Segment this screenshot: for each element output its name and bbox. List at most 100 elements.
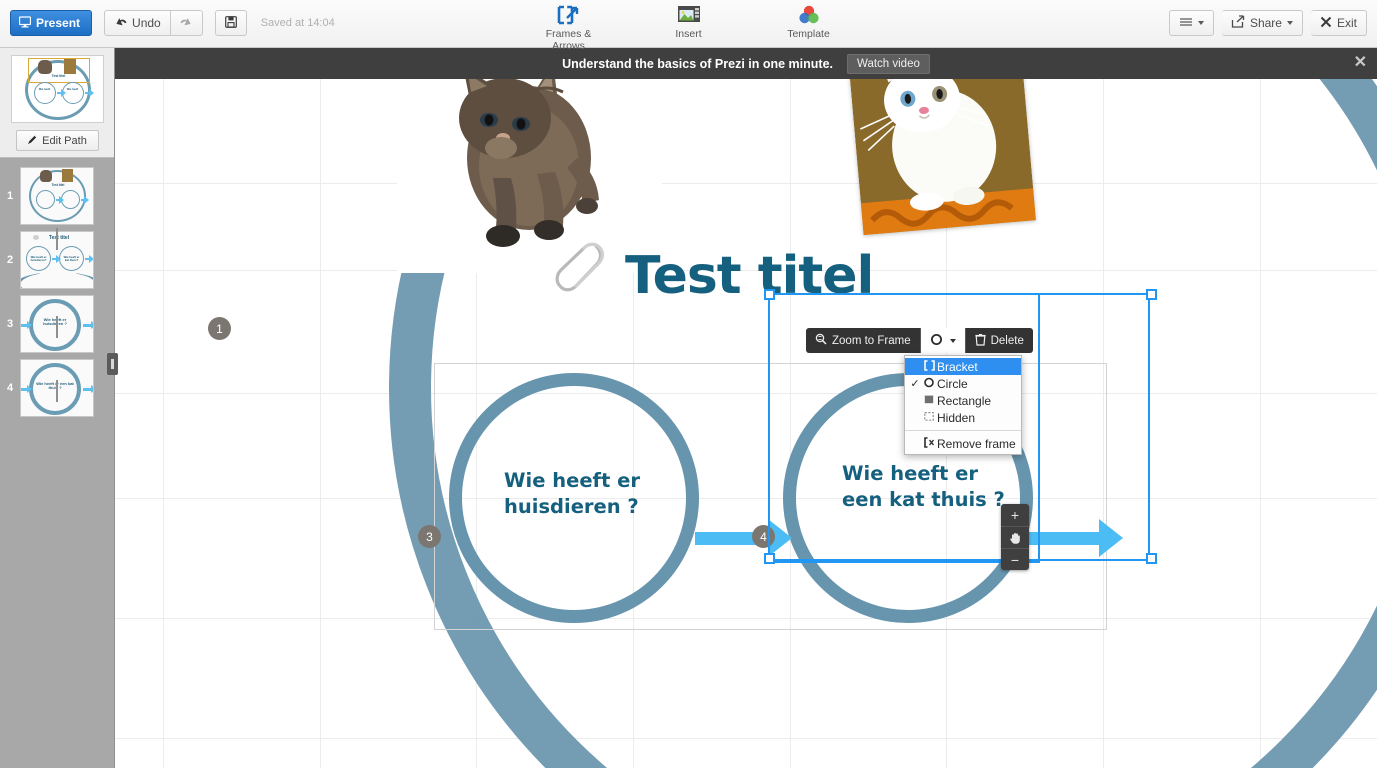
mini-selection-frame	[27, 58, 90, 83]
paperclip-icon	[555, 238, 615, 313]
notification-message: Understand the basics of Prezi in one mi…	[562, 56, 834, 71]
overview-thumbnail[interactable]: Test titel Wie heeft Wie heeft	[10, 55, 104, 123]
save-button[interactable]	[214, 10, 247, 36]
overflow-menu-button[interactable]	[1168, 10, 1214, 36]
mini-kitten-2	[63, 59, 76, 74]
selection-handle-top-left[interactable]	[764, 289, 775, 300]
redo-button[interactable]	[170, 10, 203, 36]
editor-canvas[interactable]: Wie heeft er huisdieren ? Wie heeft er e…	[115, 48, 1377, 768]
frame-type-dropdown-menu[interactable]: Bracket ✓ Circle Rectangle Hidden Remove…	[904, 355, 1022, 455]
circle-outline-icon	[930, 333, 943, 349]
mini-circle-text: Wie heeft	[66, 88, 79, 91]
path-marker-1[interactable]: 1	[208, 317, 231, 340]
mini-arrow	[56, 195, 64, 204]
save-group	[214, 10, 247, 36]
tool-insert[interactable]: Insert	[649, 3, 729, 52]
undo-button-label: Undo	[132, 16, 161, 30]
trash-icon	[975, 333, 986, 349]
mini-arrow	[83, 320, 93, 329]
share-arrow-icon	[1231, 15, 1245, 31]
mini-arrow	[52, 254, 61, 263]
menu-item-hidden[interactable]: Hidden	[905, 409, 1021, 426]
chevron-down-icon	[1197, 21, 1204, 25]
mini-circle-text: Wie heeft er kat thuis?	[63, 254, 80, 262]
mini-title: Test titel	[48, 234, 70, 241]
tool-label: Insert	[675, 28, 702, 40]
undo-redo-group: Undo	[104, 10, 203, 36]
slide-number: 3	[6, 317, 14, 330]
sidebar-collapse-handle[interactable]	[107, 353, 118, 375]
watch-video-button[interactable]: Watch video	[847, 53, 930, 74]
present-button[interactable]: Present	[10, 10, 93, 36]
selection-handle-bottom-left[interactable]	[764, 553, 775, 564]
template-circles-icon	[769, 3, 849, 27]
menu-item-circle[interactable]: ✓ Circle	[905, 375, 1021, 392]
toolbar-left-group: Present Undo Saved at 14:04	[10, 10, 335, 36]
grid-line	[320, 48, 321, 768]
left-sidebar: Test titel Wie heeft Wie heeft Edit Path…	[0, 48, 115, 768]
mini-arrow	[21, 320, 32, 329]
close-x-icon	[1320, 16, 1332, 31]
tool-frames-and-arrows[interactable]: Frames & Arrows	[529, 3, 609, 52]
tool-label: Template	[787, 28, 830, 40]
zoom-in-button[interactable]: +	[1001, 504, 1029, 526]
zoom-to-frame-label: Zoom to Frame	[832, 334, 911, 347]
menu-item-remove-frame[interactable]: Remove frame	[905, 435, 1021, 452]
hidden-frame-icon	[921, 411, 937, 425]
path-connector	[56, 316, 58, 338]
selection-context-toolbar: Zoom to Frame Delete	[806, 328, 1033, 353]
undo-button[interactable]: Undo	[104, 10, 171, 36]
menu-item-rectangle[interactable]: Rectangle	[905, 392, 1021, 409]
edit-path-button[interactable]: Edit Path	[15, 130, 99, 151]
selection-handle-top-right[interactable]	[1146, 289, 1157, 300]
selection-handle-bottom-right[interactable]	[1146, 553, 1157, 564]
mini-circle-text: Wie heeft er een kat thuis ?	[36, 380, 74, 391]
share-button[interactable]: Share	[1221, 10, 1303, 36]
share-button-label: Share	[1249, 16, 1282, 30]
tool-template[interactable]: Template	[769, 3, 849, 52]
exit-button[interactable]: Exit	[1310, 10, 1367, 36]
mini-circle-text: Wie heeft er huisdieren ?	[43, 316, 67, 327]
zoom-to-frame-button[interactable]: Zoom to Frame	[806, 328, 920, 353]
hand-pan-icon[interactable]	[1001, 526, 1029, 548]
menu-item-label: Bracket	[937, 359, 978, 374]
circle-left-text[interactable]: Wie heeft er huisdieren ?	[504, 468, 684, 521]
tool-label: Frames & Arrows	[545, 28, 592, 52]
bracket-frame-icon	[921, 359, 937, 374]
present-screen-icon	[18, 15, 32, 31]
slide-number: 1	[6, 189, 14, 202]
mini-paperclip-icon	[33, 234, 39, 240]
path-marker-3[interactable]: 3	[418, 525, 441, 548]
frames-arrows-icon	[529, 3, 609, 27]
path-connector	[56, 228, 58, 250]
delete-button[interactable]: Delete	[964, 328, 1033, 353]
menu-item-bracket[interactable]: Bracket	[905, 358, 1021, 375]
check-icon: ✓	[910, 378, 920, 390]
frame-shape-dropdown-button[interactable]	[919, 328, 965, 353]
mini-arrow	[84, 89, 94, 97]
zoom-out-button[interactable]: −	[1001, 548, 1029, 570]
mini-arrow	[81, 195, 89, 204]
path-connector	[56, 380, 58, 402]
mini-ring	[33, 82, 56, 104]
top-toolbar: Present Undo Saved at 14:04 Frames & Arr…	[0, 0, 1377, 52]
pencil-icon	[27, 134, 38, 148]
delete-label: Delete	[990, 334, 1024, 347]
slide-number: 4	[6, 381, 14, 394]
menu-item-label: Circle	[937, 376, 968, 391]
mini-title: Test titel	[51, 74, 66, 78]
close-icon[interactable]: ✕	[1354, 54, 1367, 72]
sidebar-slide-1[interactable]: 1 Test titel	[0, 164, 114, 227]
slide-thumbnail[interactable]: Test titel	[20, 166, 94, 225]
circle-frame-icon	[921, 377, 937, 391]
mini-circle-text: Wie heeft	[38, 88, 51, 91]
edit-path-label: Edit Path	[42, 134, 87, 147]
menu-item-label: Remove frame	[937, 436, 1016, 451]
slide-number: 2	[6, 253, 14, 266]
toolbar-right-group: Share Exit	[1168, 10, 1367, 36]
sidebar-overview-section: Test titel Wie heeft Wie heeft Edit Path	[0, 48, 114, 158]
mini-title: Test titel	[51, 182, 65, 187]
mini-ring-bottom	[21, 271, 93, 288]
zoom-pan-widget[interactable]: + −	[1001, 504, 1029, 570]
mini-kitten-1	[37, 60, 52, 74]
